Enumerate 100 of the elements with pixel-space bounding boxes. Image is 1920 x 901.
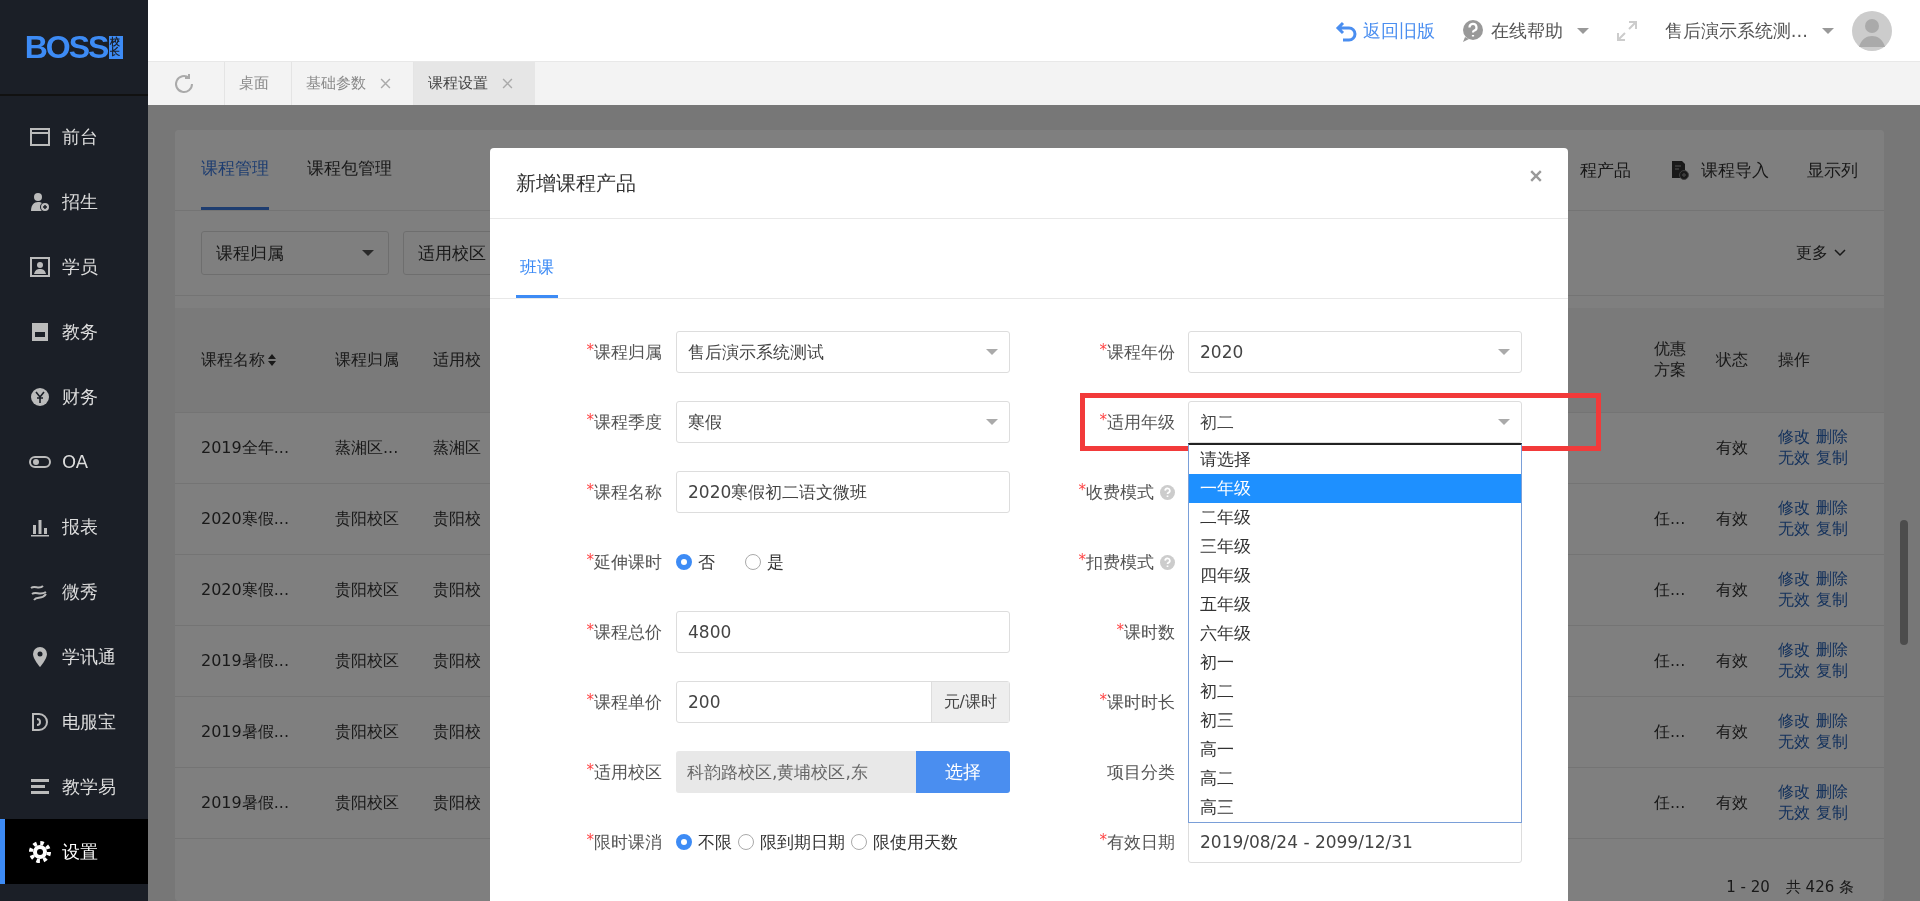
field-label: *课时数 bbox=[1115, 620, 1176, 644]
sidebar-item[interactable]: 财务 bbox=[0, 364, 148, 429]
dropdown-option[interactable]: 高一 bbox=[1189, 735, 1521, 764]
radio-option[interactable]: 不限 bbox=[676, 830, 732, 854]
table-cell-text: 蒸湘区... bbox=[335, 437, 400, 459]
table-cell: 任... bbox=[1654, 579, 1686, 601]
dropdown-option[interactable]: 五年级 bbox=[1189, 590, 1521, 619]
field-label: 项目分类 bbox=[1106, 760, 1176, 784]
sidebar-item[interactable]: 设置 bbox=[0, 819, 148, 884]
dropdown-option[interactable]: 请选择 bbox=[1189, 445, 1521, 474]
table-cell-text: 贵阳校 bbox=[433, 508, 482, 530]
table-cell-text: 2020寒假... bbox=[201, 508, 290, 530]
select-field[interactable]: 寒假 bbox=[676, 401, 1010, 443]
help-menu[interactable]: 在线帮助 bbox=[1460, 18, 1589, 43]
table-cell-text: 有效 bbox=[1716, 650, 1749, 672]
field-label: *课程年份 bbox=[1098, 340, 1176, 364]
table-cell-text: 贵阳校 bbox=[433, 721, 482, 743]
table-cell-text: 有效 bbox=[1716, 508, 1749, 530]
input-field[interactable]: 200 元/课时 bbox=[676, 681, 1010, 723]
tab[interactable]: 班课 bbox=[516, 219, 558, 298]
select-field[interactable]: 售后演示系统测试 bbox=[676, 331, 1010, 373]
sidebar-item[interactable]: 前台 bbox=[0, 104, 148, 169]
total-count: 共 426 条 bbox=[1785, 878, 1854, 897]
table-cell-text: 贵阳校区 bbox=[335, 650, 400, 672]
radio-option[interactable]: 否 bbox=[676, 550, 715, 574]
table-cell-text: 贵阳校 bbox=[433, 650, 482, 672]
table-cell-text: 贵阳校区 bbox=[335, 579, 400, 601]
field-label: *扣费模式 bbox=[1040, 550, 1188, 574]
field-label: *延伸课时 bbox=[585, 550, 663, 574]
radio-option[interactable]: 限到期日期 bbox=[738, 830, 845, 854]
field-label: *课程单价 bbox=[585, 690, 663, 714]
unit-label: 元/课时 bbox=[930, 682, 1009, 722]
input-field[interactable]: 2020寒假初二语文微班 bbox=[676, 471, 1010, 513]
sidebar-item[interactable]: 教学易 bbox=[0, 754, 148, 819]
table-cell-text: 有效 bbox=[1716, 721, 1749, 743]
dropdown-option[interactable]: 高二 bbox=[1189, 764, 1521, 793]
sidebar-item[interactable]: 报表 bbox=[0, 494, 148, 559]
import-button[interactable]: 课程导入 bbox=[1669, 158, 1769, 182]
tab[interactable]: 课程包管理 bbox=[307, 130, 392, 210]
column-header: 课程归属 bbox=[335, 349, 400, 371]
field-label: *课程季度 bbox=[585, 410, 663, 434]
field-label: *限时课消 bbox=[585, 830, 663, 854]
table-cell: 任... bbox=[1654, 650, 1686, 672]
dropdown-option[interactable]: 六年级 bbox=[1189, 619, 1521, 648]
column-header: 课程名称 bbox=[201, 349, 335, 371]
sidebar-item[interactable]: 电服宝 bbox=[0, 689, 148, 754]
dropdown-option[interactable]: 四年级 bbox=[1189, 561, 1521, 590]
sidebar-item[interactable]: 教务 bbox=[0, 299, 148, 364]
input-field[interactable]: 4800 bbox=[676, 611, 1010, 653]
column-header: 优惠方案 bbox=[1654, 339, 1687, 381]
table-cell-text: 2019暑假... bbox=[201, 792, 290, 814]
field-label: *课程归属 bbox=[585, 340, 663, 364]
table-cell-text: 有效 bbox=[1716, 437, 1749, 459]
column-header: 状态 bbox=[1716, 349, 1749, 371]
sidebar-item[interactable]: 学讯通 bbox=[0, 624, 148, 689]
sidebar-item[interactable]: 微秀 bbox=[0, 559, 148, 624]
dropdown-option[interactable]: 二年级 bbox=[1189, 503, 1521, 532]
account-menu[interactable]: 售后演示系统测... bbox=[1664, 18, 1834, 43]
column-header: 操作 bbox=[1778, 349, 1811, 371]
field-label: *适用年级 bbox=[1098, 410, 1176, 434]
table-cell-text: 2019全年... bbox=[201, 437, 290, 459]
dropdown-option[interactable]: 三年级 bbox=[1189, 532, 1521, 561]
dropdown-option[interactable]: 初一 bbox=[1189, 648, 1521, 677]
page-range: 1 - 20 bbox=[1726, 878, 1770, 897]
table-cell-text: 有效 bbox=[1716, 792, 1749, 814]
more-button[interactable]: 更多 bbox=[1796, 242, 1858, 264]
table-cell-text: 蒸湘区 bbox=[433, 437, 482, 459]
table-cell-text: 贵阳校 bbox=[433, 579, 482, 601]
radio-option[interactable]: 是 bbox=[745, 550, 784, 574]
toolbar-button[interactable]: 显示列 bbox=[1807, 158, 1858, 182]
readonly-field: 科韵路校区,黄埔校区,东 bbox=[676, 751, 916, 793]
table-cell-text: 2020寒假... bbox=[201, 579, 290, 601]
table-cell-text: 2019暑假... bbox=[201, 650, 290, 672]
input-field[interactable]: 2019/08/24 - 2099/12/31 bbox=[1188, 821, 1522, 863]
table-cell-text: 贵阳校区 bbox=[335, 508, 400, 530]
select-field[interactable]: 2020 bbox=[1188, 331, 1522, 373]
table-cell: 任... bbox=[1654, 508, 1686, 530]
field-label: *课时时长 bbox=[1098, 690, 1176, 714]
sidebar-item[interactable]: OA bbox=[0, 429, 148, 494]
table-cell-text: 2019暑假... bbox=[201, 721, 290, 743]
column-header: 适用校 bbox=[433, 349, 482, 371]
field-label: *课程名称 bbox=[585, 480, 663, 504]
table-cell-text: 贵阳校区 bbox=[335, 792, 400, 814]
table-cell-text: 贵阳校 bbox=[433, 792, 482, 814]
table-cell-text: 贵阳校区 bbox=[335, 721, 400, 743]
radio-option[interactable]: 限使用天数 bbox=[851, 830, 958, 854]
dropdown-option[interactable]: 初二 bbox=[1189, 677, 1521, 706]
table-cell: 任... bbox=[1654, 721, 1686, 743]
sidebar-item[interactable]: 学员 bbox=[0, 234, 148, 299]
filter-select[interactable]: 课程归属 bbox=[201, 231, 389, 275]
table-cell: 任... bbox=[1654, 792, 1686, 814]
field-label: *收费模式 bbox=[1040, 480, 1188, 504]
field-label: *课程总价 bbox=[585, 620, 663, 644]
page-tab[interactable]: 课程设置 bbox=[413, 62, 535, 105]
dropdown-option[interactable]: 高三 bbox=[1189, 793, 1521, 822]
toolbar-button[interactable]: 程产品 bbox=[1580, 158, 1631, 182]
sidebar-item[interactable]: 招生 bbox=[0, 169, 148, 234]
dialog-title: 新增课程产品 bbox=[516, 169, 636, 197]
dropdown-option[interactable]: 初三 bbox=[1189, 706, 1521, 735]
table-cell-text: 有效 bbox=[1716, 579, 1749, 601]
